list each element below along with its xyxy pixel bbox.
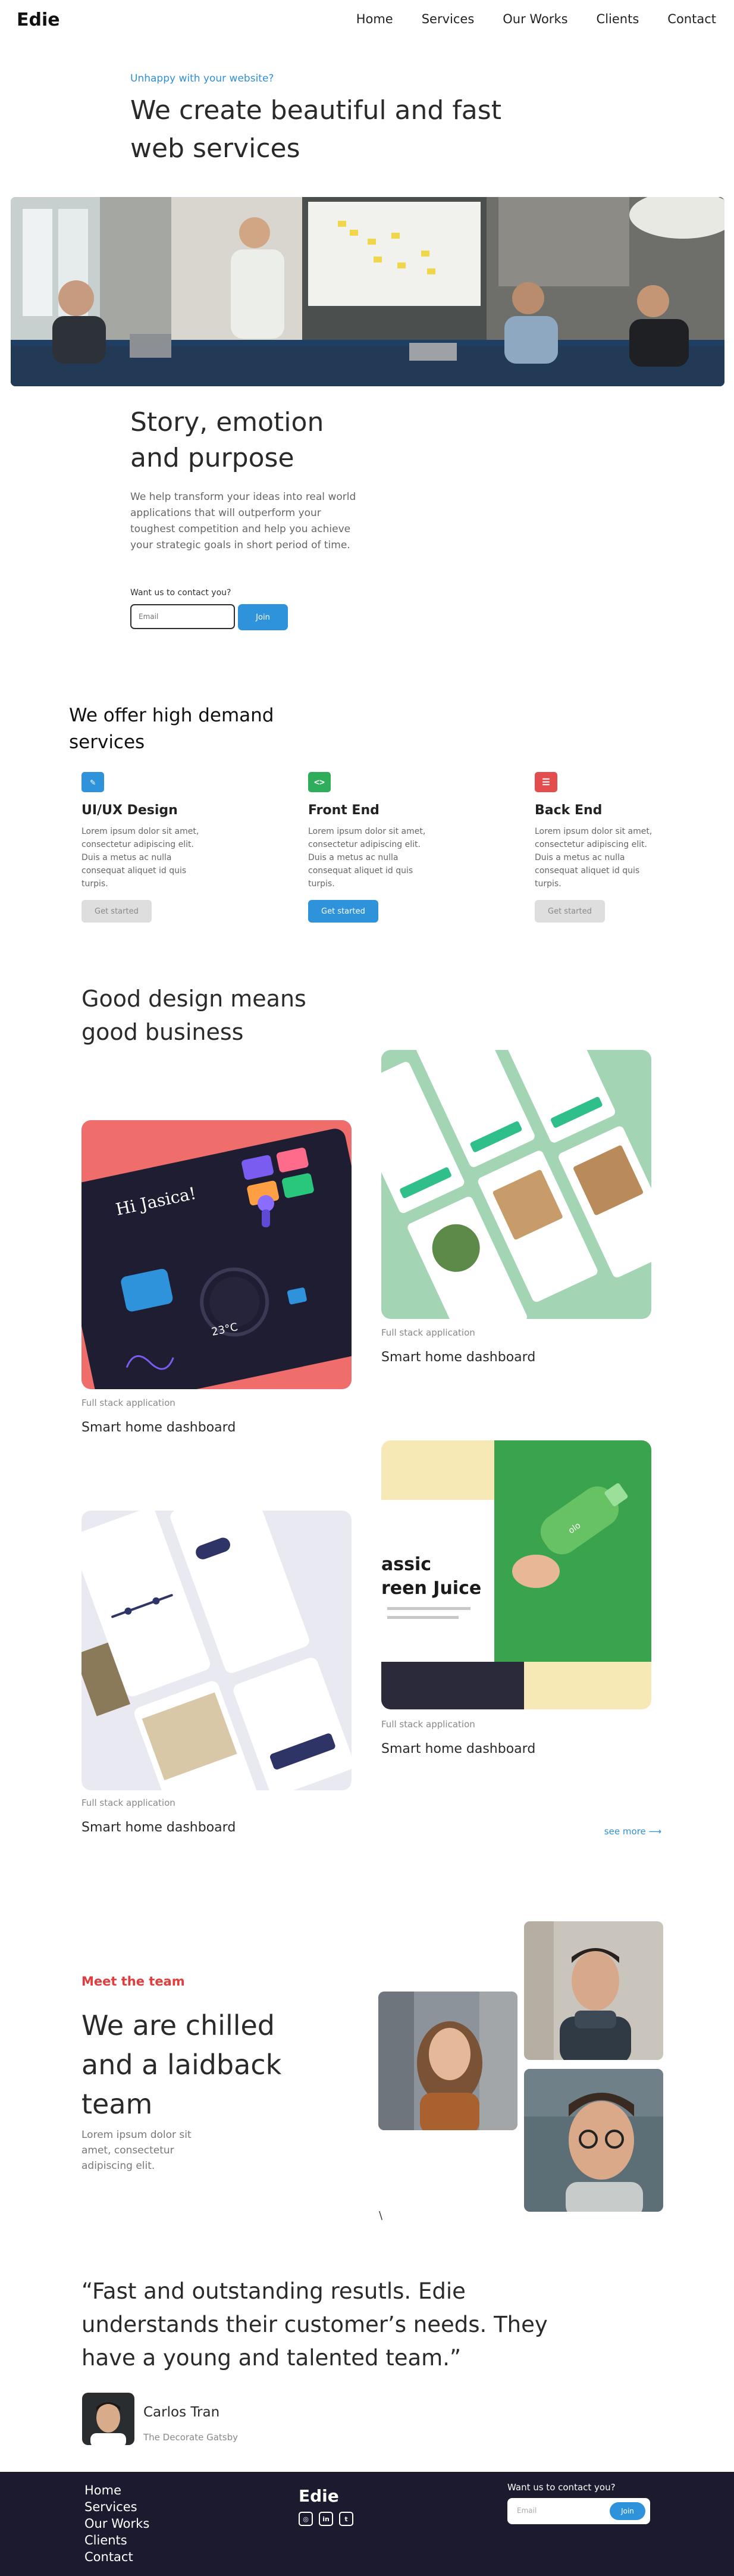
footer-email-input[interactable]: Email <box>517 2506 537 2515</box>
card-subtitle: Full stack application <box>381 1327 475 1338</box>
instagram-icon[interactable]: ◎ <box>299 2512 313 2526</box>
contact-label: Want us to contact you? <box>130 588 231 598</box>
card-subtitle: Full stack application <box>381 1719 475 1730</box>
join-button[interactable]: Join <box>238 604 288 630</box>
card-title[interactable]: Smart home dashboard <box>381 1350 535 1365</box>
email-input[interactable] <box>130 604 235 629</box>
story-title: Story, emotion and purpose <box>130 407 324 473</box>
team-title: We are chilled and a laidback team <box>81 2009 282 2120</box>
card-subtitle: Full stack application <box>81 1797 175 1808</box>
portfolio-image-calendar[interactable] <box>81 1511 352 1790</box>
juice-heading-line-1: assic <box>381 1554 431 1575</box>
site-logo[interactable]: Edie <box>17 10 60 30</box>
nav-clients[interactable]: Clients <box>597 12 639 26</box>
card-title[interactable]: Smart home dashboard <box>81 1420 236 1435</box>
code-icon: <> <box>308 772 331 792</box>
service-card-backend: ☰ Back End Lorem ipsum dolor sit amet, c… <box>535 772 666 923</box>
testimonial-name: Carlos Tran <box>143 2405 220 2420</box>
footer-link-contact[interactable]: Contact <box>84 2549 149 2565</box>
footer-link-clients[interactable]: Clients <box>84 2532 149 2549</box>
team-eyebrow: Meet the team <box>81 1974 185 1989</box>
nav-home[interactable]: Home <box>356 12 393 26</box>
portfolio-image-juice[interactable]: assic reen Juice olo <box>381 1440 651 1709</box>
hero-team-photo <box>11 197 724 386</box>
footer-link-services[interactable]: Services <box>84 2499 149 2515</box>
services-title: We offer high demand services <box>69 705 274 753</box>
server-icon: ☰ <box>535 772 557 792</box>
get-started-button[interactable]: Get started <box>535 900 605 923</box>
service-title: Back End <box>535 803 603 818</box>
team-photo-man-glasses <box>524 2069 663 2212</box>
card-title[interactable]: Smart home dashboard <box>81 1820 236 1835</box>
nav-our-works[interactable]: Our Works <box>503 12 567 26</box>
footer-link-our-works[interactable]: Our Works <box>84 2515 149 2532</box>
social-links: ◎ in t <box>299 2512 353 2526</box>
footer-logo[interactable]: Edie <box>299 2486 339 2506</box>
footer-email-form: Email Join <box>507 2498 650 2524</box>
twitter-icon[interactable]: t <box>339 2512 353 2526</box>
see-more-link[interactable]: see more ⟶ <box>604 1826 661 1837</box>
testimonial-role: The Decorate Gatsby <box>143 2432 239 2443</box>
footer-join-button[interactable]: Join <box>610 2502 645 2520</box>
portfolio-image-mobile-green[interactable] <box>381 1050 651 1319</box>
service-text: Lorem ipsum dolor sit amet, consectetur … <box>535 827 653 889</box>
service-title: UI/UX Design <box>81 803 178 818</box>
testimonial-quote: “Fast and outstanding resutls. Edie unde… <box>81 2278 548 2371</box>
footer-link-home[interactable]: Home <box>84 2482 149 2499</box>
nav-contact[interactable]: Contact <box>667 12 716 26</box>
pencil-icon: ✎ <box>81 772 104 792</box>
team-photo-man-scarf <box>524 1921 663 2060</box>
team-text: Lorem ipsum dolor sit amet, consectetur … <box>81 2129 192 2172</box>
testimonial-avatar <box>82 2393 134 2445</box>
arrow-right-icon: ⟶ <box>648 1826 661 1837</box>
footer-contact-label: Want us to contact you? <box>507 2482 616 2493</box>
service-title: Front End <box>308 803 379 818</box>
main-nav: Home Services Our Works Clients Contact <box>356 12 716 26</box>
service-text: Lorem ipsum dolor sit amet, consectetur … <box>308 827 426 889</box>
linkedin-icon[interactable]: in <box>319 2512 333 2526</box>
get-started-button[interactable]: Get started <box>308 900 378 923</box>
decorative-slash: \ <box>379 2209 383 2222</box>
service-text: Lorem ipsum dolor sit amet, consectetur … <box>81 827 199 889</box>
get-started-button[interactable]: Get started <box>81 900 152 923</box>
hero-title: We create beautiful and fast web service… <box>130 95 501 164</box>
nav-services[interactable]: Services <box>422 12 475 26</box>
footer-links: Home Services Our Works Clients Contact <box>84 2482 149 2565</box>
service-card-frontend: <> Front End Lorem ipsum dolor sit amet,… <box>308 772 439 923</box>
portfolio-title: Good design means good business <box>81 986 306 1045</box>
story-text: We help transform your ideas into real w… <box>130 491 356 551</box>
hero-eyebrow: Unhappy with your website? <box>130 73 274 85</box>
card-title[interactable]: Smart home dashboard <box>381 1742 535 1756</box>
juice-heading-line-2: reen Juice <box>381 1578 481 1599</box>
service-card-uiux: ✎ UI/UX Design Lorem ipsum dolor sit ame… <box>81 772 212 923</box>
portfolio-image-dashboard[interactable]: Hi Jasica! 23°C <box>81 1120 352 1389</box>
card-subtitle: Full stack application <box>81 1398 175 1408</box>
team-photo-woman <box>378 1992 517 2130</box>
